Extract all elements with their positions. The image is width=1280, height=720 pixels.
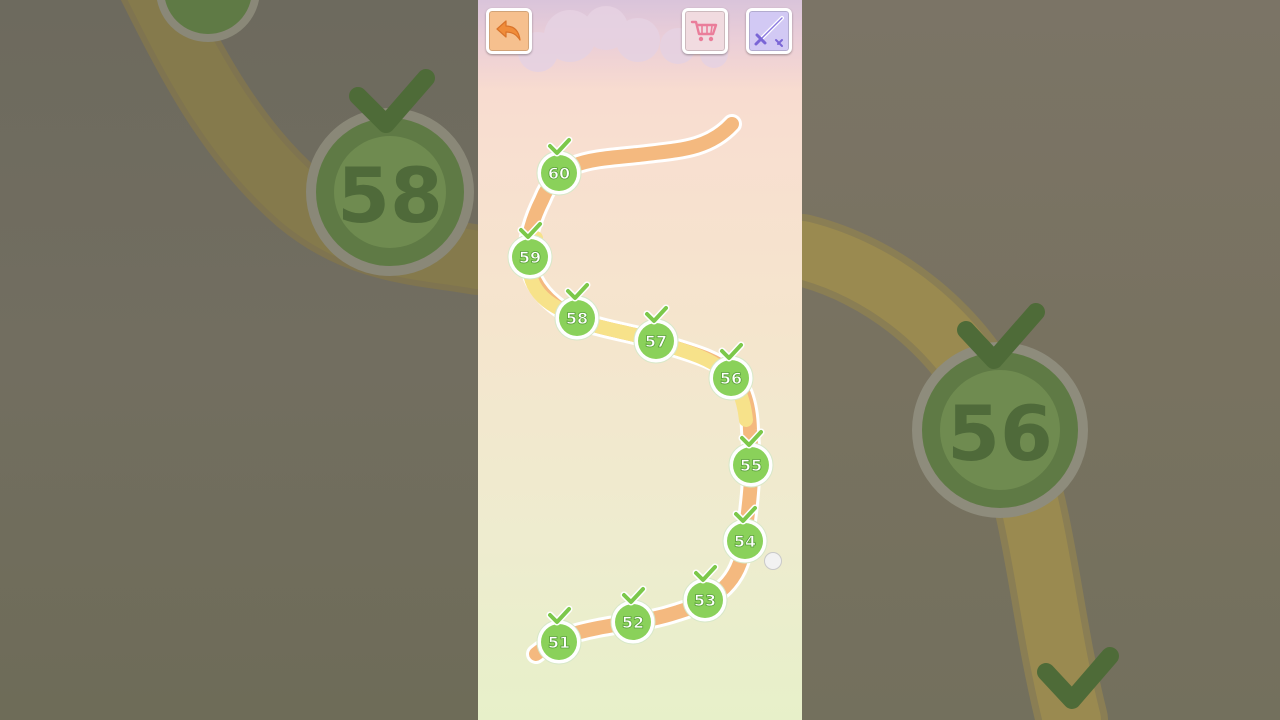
background-zoom-left: 58 (0, 0, 478, 720)
weapon-button[interactable] (746, 8, 792, 54)
level-node[interactable]: 60 (536, 136, 582, 196)
scroll-indicator[interactable] (764, 552, 782, 570)
level-number: 60 (548, 164, 570, 183)
level-number: 57 (645, 332, 667, 351)
level-number: 51 (548, 633, 570, 652)
shop-button[interactable] (682, 8, 728, 54)
level-number: 59 (519, 248, 541, 267)
level-node[interactable]: 54 (722, 504, 768, 564)
back-arrow-icon (496, 20, 521, 41)
background-level-right-label: 56 (947, 389, 1053, 478)
level-number: 56 (720, 369, 742, 388)
level-number: 54 (734, 532, 756, 551)
level-number: 55 (740, 456, 762, 475)
back-button[interactable] (486, 8, 532, 54)
level-node[interactable]: 57 (633, 304, 679, 364)
level-map-panel: 51 52 53 54 55 56 57 58 59 60 (478, 0, 802, 720)
level-node[interactable]: 58 (554, 281, 600, 341)
background-zoom-right: 56 (802, 0, 1280, 720)
background-level-left-label: 58 (337, 151, 443, 240)
level-node[interactable]: 53 (682, 563, 728, 623)
level-node[interactable]: 52 (610, 585, 656, 645)
level-node[interactable]: 55 (728, 428, 774, 488)
level-path-map: 51 52 53 54 55 56 57 58 59 60 (507, 6, 774, 665)
sword-icon (754, 16, 784, 47)
shopping-cart-icon (690, 20, 718, 42)
level-number: 52 (622, 613, 644, 632)
level-number: 53 (694, 591, 716, 610)
level-node[interactable]: 59 (507, 220, 553, 280)
level-number: 58 (566, 309, 588, 328)
level-node[interactable]: 51 (536, 605, 582, 665)
